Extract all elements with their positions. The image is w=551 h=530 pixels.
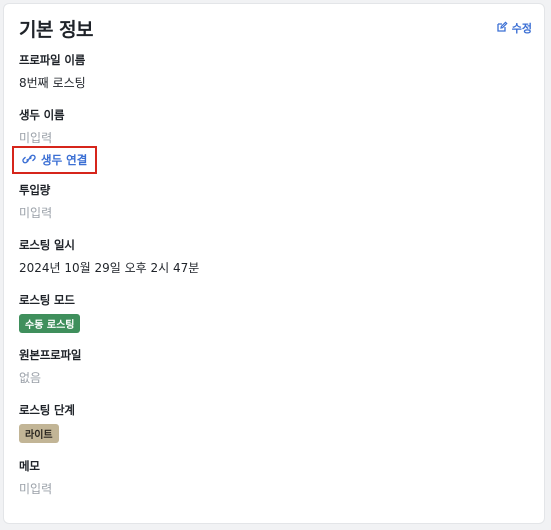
- source-profile-value: 없음: [19, 371, 42, 385]
- link-icon: [22, 153, 36, 168]
- bean-name-label: 생두 이름: [19, 108, 65, 122]
- roast-datetime-label: 로스팅 일시: [19, 238, 75, 252]
- input-amount-field: 투입량 미입력: [19, 182, 52, 221]
- roast-mode-label: 로스팅 모드: [19, 293, 75, 307]
- edit-button[interactable]: 수정: [496, 20, 532, 36]
- roast-level-label: 로스팅 단계: [19, 403, 75, 417]
- source-profile-field: 원본프로파일 없음: [19, 347, 81, 386]
- card-title: 기본 정보: [19, 19, 94, 41]
- memo-value: 미입력: [19, 482, 53, 496]
- bean-name-value: 미입력: [19, 131, 53, 145]
- roast-level-badge: 라이트: [19, 424, 59, 443]
- roast-datetime-value: 2024년 10월 29일 오후 2시 47분: [19, 261, 200, 275]
- memo-field: 메모 미입력: [19, 458, 52, 497]
- profile-name-value: 8번째 로스팅: [19, 76, 86, 90]
- roast-datetime-field: 로스팅 일시 2024년 10월 29일 오후 2시 47분: [19, 237, 199, 276]
- profile-name-label: 프로파일 이름: [19, 53, 86, 67]
- edit-icon: [496, 20, 508, 36]
- roast-mode-badge: 수동 로스팅: [19, 314, 81, 333]
- edit-label: 수정: [511, 22, 532, 35]
- memo-label: 메모: [19, 459, 40, 473]
- roast-level-field: 로스팅 단계 라이트: [19, 402, 75, 443]
- bean-name-field: 생두 이름 미입력: [19, 107, 65, 146]
- input-amount-value: 미입력: [19, 206, 53, 220]
- source-profile-label: 원본프로파일: [19, 348, 82, 362]
- link-bean-label: 생두 연결: [41, 153, 88, 167]
- link-bean-button[interactable]: 생두 연결: [12, 146, 97, 174]
- profile-name-field: 프로파일 이름 8번째 로스팅: [19, 52, 86, 91]
- input-amount-label: 투입량: [19, 183, 51, 197]
- basic-info-card: 기본 정보 수정 프로파일 이름 8번째 로스팅 생두 이름 미입력 생두 연결…: [3, 3, 545, 524]
- roast-mode-field: 로스팅 모드 수동 로스팅: [19, 292, 81, 333]
